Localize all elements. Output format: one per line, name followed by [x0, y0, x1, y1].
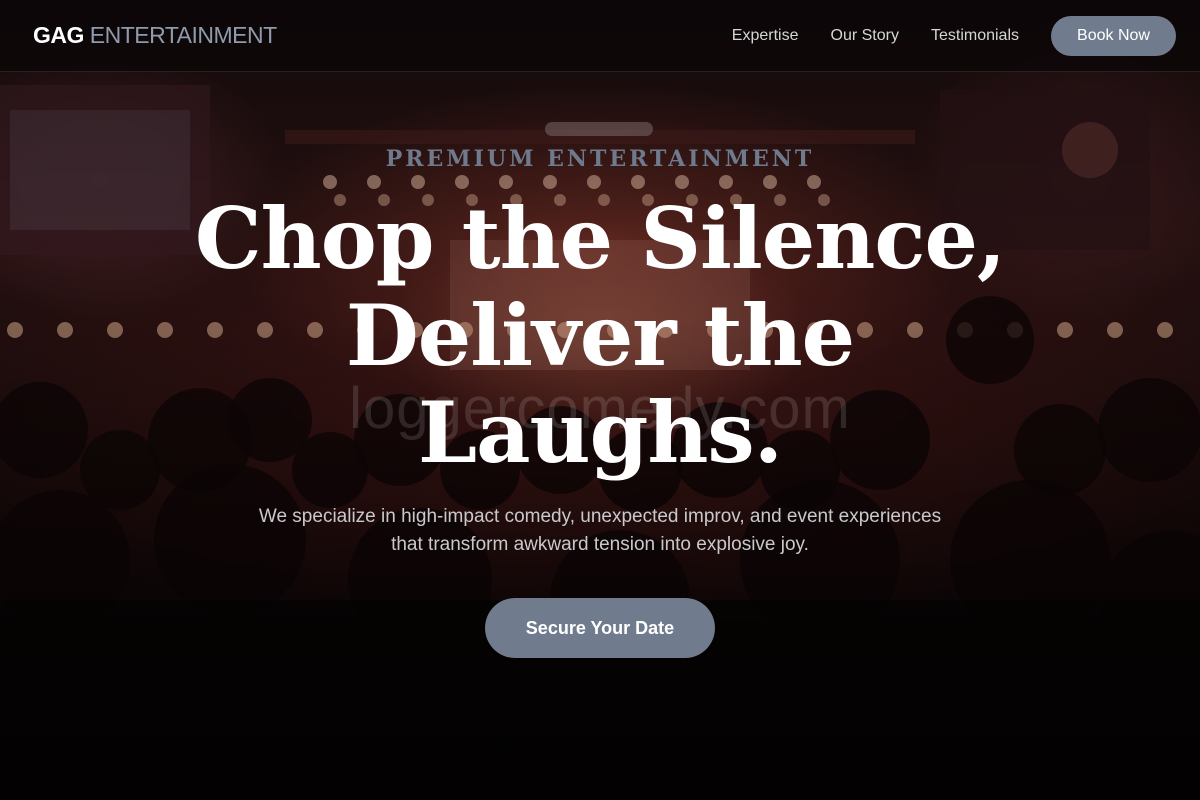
hero-headline: Chop the Silence, Deliver the Laughs.	[150, 190, 1050, 481]
landing-page: GAG ENTERTAINMENT Expertise Our Story Te…	[0, 0, 1200, 800]
headline-line-1: Chop the Silence,	[194, 189, 1006, 288]
secure-your-date-button[interactable]: Secure Your Date	[485, 598, 715, 658]
hero-section: loggercomedy.com PREMIUM ENTERTAINMENT C…	[0, 0, 1200, 800]
headline-line-2: Deliver the	[345, 286, 855, 385]
hero-eyebrow: PREMIUM ENTERTAINMENT	[385, 146, 815, 172]
hero-subtext: We specialize in high-impact comedy, une…	[258, 506, 942, 555]
headline-line-3: Laughs.	[418, 383, 783, 482]
